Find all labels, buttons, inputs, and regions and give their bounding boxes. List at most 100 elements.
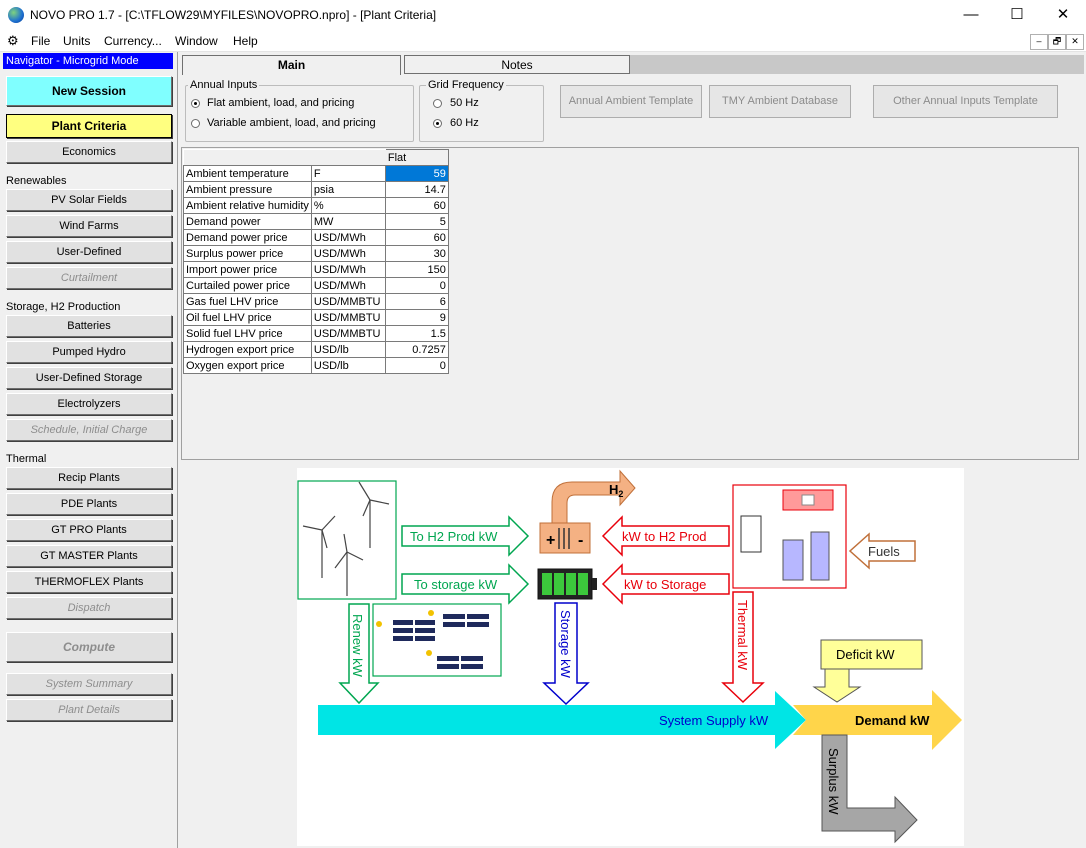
grid-row-label: Demand power bbox=[183, 213, 312, 230]
mdi-close-button[interactable]: ✕ bbox=[1066, 34, 1084, 50]
menu-currency[interactable]: Currency... bbox=[104, 34, 162, 48]
variable-radio[interactable] bbox=[191, 119, 200, 128]
grid-row-value[interactable]: 1.5 bbox=[384, 325, 449, 342]
grid-row[interactable]: Ambient pressure psia 14.7 bbox=[183, 181, 449, 198]
fuels-label: Fuels bbox=[868, 544, 900, 559]
grid-row-unit: USD/MWh bbox=[310, 229, 386, 246]
grid-row[interactable]: Curtailed power price USD/MWh 0 bbox=[183, 277, 449, 294]
grid-row-label: Ambient pressure bbox=[183, 181, 312, 198]
grid-row-unit: USD/MWh bbox=[310, 245, 386, 262]
grid-row-unit: USD/MMBTU bbox=[310, 309, 386, 326]
grid-row[interactable]: Ambient relative humidity% 60 bbox=[183, 197, 449, 214]
new-session-button[interactable]: New Session bbox=[6, 76, 172, 106]
grid-row-value[interactable]: 60 bbox=[384, 229, 449, 246]
user-defined-storage-button[interactable]: User-Defined Storage bbox=[6, 367, 172, 389]
menu-file[interactable]: File bbox=[31, 34, 50, 48]
economics-button[interactable]: Economics bbox=[6, 141, 172, 163]
grid-corner bbox=[183, 149, 312, 166]
grid-row-value[interactable]: 30 bbox=[384, 245, 449, 262]
to-h2-prod-label: To H2 Prod kW bbox=[410, 529, 498, 544]
hz50-label[interactable]: 50 Hz bbox=[450, 97, 479, 109]
wind-farms-button[interactable]: Wind Farms bbox=[6, 215, 172, 237]
grid-row-label: Solid fuel LHV price bbox=[183, 325, 312, 342]
grid-row-unit: USD/lb bbox=[310, 341, 386, 358]
grid-row-value[interactable]: 59 bbox=[384, 165, 449, 182]
grid-row-value[interactable]: 6 bbox=[384, 293, 449, 310]
flat-option-label[interactable]: Flat ambient, load, and pricing bbox=[207, 97, 354, 109]
grid-row[interactable]: Solid fuel LHV price USD/MMBTU 1.5 bbox=[183, 325, 449, 342]
grid-row-label: Ambient temperature bbox=[183, 165, 312, 182]
hz50-radio[interactable] bbox=[433, 99, 442, 108]
grid-row-value[interactable]: 9 bbox=[384, 309, 449, 326]
gt-master-plants-button[interactable]: GT MASTER Plants bbox=[6, 545, 172, 567]
grid-row[interactable]: Gas fuel LHV price USD/MMBTU 6 bbox=[183, 293, 449, 310]
thermoflex-plants-button[interactable]: THERMOFLEX Plants bbox=[6, 571, 172, 593]
close-button[interactable]: ✕ bbox=[1040, 0, 1086, 30]
grid-frequency-group bbox=[419, 85, 544, 142]
grid-row-label: Curtailed power price bbox=[183, 277, 312, 294]
grid-row-value[interactable]: 5 bbox=[384, 213, 449, 230]
gt-pro-plants-button[interactable]: GT PRO Plants bbox=[6, 519, 172, 541]
demand-label: Demand kW bbox=[855, 713, 930, 728]
renewables-label: Renewables bbox=[6, 175, 67, 187]
grid-row-label: Demand power price bbox=[183, 229, 312, 246]
grid-row[interactable]: Surplus power price USD/MWh 30 bbox=[183, 245, 449, 262]
mdi-minimize-button[interactable]: – bbox=[1030, 34, 1048, 50]
hz60-label[interactable]: 60 Hz bbox=[450, 117, 479, 129]
thermal-label: Thermal kW bbox=[735, 600, 750, 671]
grid-row-value[interactable]: 0.7257 bbox=[384, 341, 449, 358]
storage-label: Storage kW bbox=[558, 610, 573, 679]
flat-radio[interactable] bbox=[191, 99, 200, 108]
minimize-button[interactable]: — bbox=[948, 0, 994, 30]
system-supply-label: System Supply kW bbox=[659, 713, 769, 728]
grid-row[interactable]: Import power price USD/MWh 150 bbox=[183, 261, 449, 278]
grid-row-value[interactable]: 60 bbox=[384, 197, 449, 214]
grid-row-value[interactable]: 0 bbox=[384, 277, 449, 294]
grid-row[interactable]: Demand power MW 5 bbox=[183, 213, 449, 230]
grid-row[interactable]: Hydrogen export price USD/lb 0.7257 bbox=[183, 341, 449, 358]
menu-window[interactable]: Window bbox=[175, 34, 218, 48]
curtailment-button: Curtailment bbox=[6, 267, 172, 289]
mdi-doc-icon[interactable]: ⚙ bbox=[7, 33, 19, 49]
grid-row[interactable]: Demand power price USD/MWh 60 bbox=[183, 229, 449, 246]
menu-help[interactable]: Help bbox=[233, 34, 258, 48]
pumped-hydro-button[interactable]: Pumped Hydro bbox=[6, 341, 172, 363]
tab-strip bbox=[630, 55, 1084, 74]
grid-row-value[interactable]: 0 bbox=[384, 357, 449, 374]
grid-row[interactable]: Oxygen export price USD/lb 0 bbox=[183, 357, 449, 374]
grid-row-label: Gas fuel LHV price bbox=[183, 293, 312, 310]
mdi-restore-button[interactable]: 🗗 bbox=[1048, 34, 1066, 50]
grid-row[interactable]: Oil fuel LHV price USD/MMBTU 9 bbox=[183, 309, 449, 326]
hz60-radio[interactable] bbox=[433, 119, 442, 128]
to-storage-label: To storage kW bbox=[414, 577, 498, 592]
grid-row-value[interactable]: 150 bbox=[384, 261, 449, 278]
maximize-button[interactable]: ☐ bbox=[994, 0, 1040, 30]
navigator-panel bbox=[0, 52, 178, 848]
grid-row-label: Surplus power price bbox=[183, 245, 312, 262]
grid-corner-unit bbox=[311, 149, 386, 166]
grid-row-value[interactable]: 14.7 bbox=[384, 181, 449, 198]
electrolyzers-button[interactable]: Electrolyzers bbox=[6, 393, 172, 415]
batteries-button[interactable]: Batteries bbox=[6, 315, 172, 337]
grid-row-unit: USD/MMBTU bbox=[310, 325, 386, 342]
tab-notes[interactable]: Notes bbox=[404, 55, 630, 74]
annual-inputs-group bbox=[185, 85, 414, 142]
deficit-label: Deficit kW bbox=[836, 647, 895, 662]
grid-row-unit: USD/lb bbox=[310, 357, 386, 374]
grid-row[interactable]: Ambient temperature F 59 bbox=[183, 165, 449, 182]
kw-to-h2-prod-label: kW to H2 Prod bbox=[622, 529, 707, 544]
deficit-arrow bbox=[812, 668, 862, 703]
tab-main[interactable]: Main bbox=[182, 55, 401, 75]
user-defined-button[interactable]: User-Defined bbox=[6, 241, 172, 263]
microgrid-flow-diagram: + - H2 To H2 Prod kW To storage kW kW to… bbox=[297, 468, 964, 846]
menu-bar bbox=[0, 30, 1086, 52]
pde-plants-button[interactable]: PDE Plants bbox=[6, 493, 172, 515]
grid-row-unit: MW bbox=[310, 213, 386, 230]
grid-row-unit: % bbox=[310, 197, 386, 214]
grid-row-unit: F bbox=[310, 165, 386, 182]
pv-solar-button[interactable]: PV Solar Fields bbox=[6, 189, 172, 211]
plant-criteria-button[interactable]: Plant Criteria bbox=[6, 114, 172, 138]
variable-option-label[interactable]: Variable ambient, load, and pricing bbox=[207, 117, 376, 129]
menu-units[interactable]: Units bbox=[63, 34, 90, 48]
recip-plants-button[interactable]: Recip Plants bbox=[6, 467, 172, 489]
